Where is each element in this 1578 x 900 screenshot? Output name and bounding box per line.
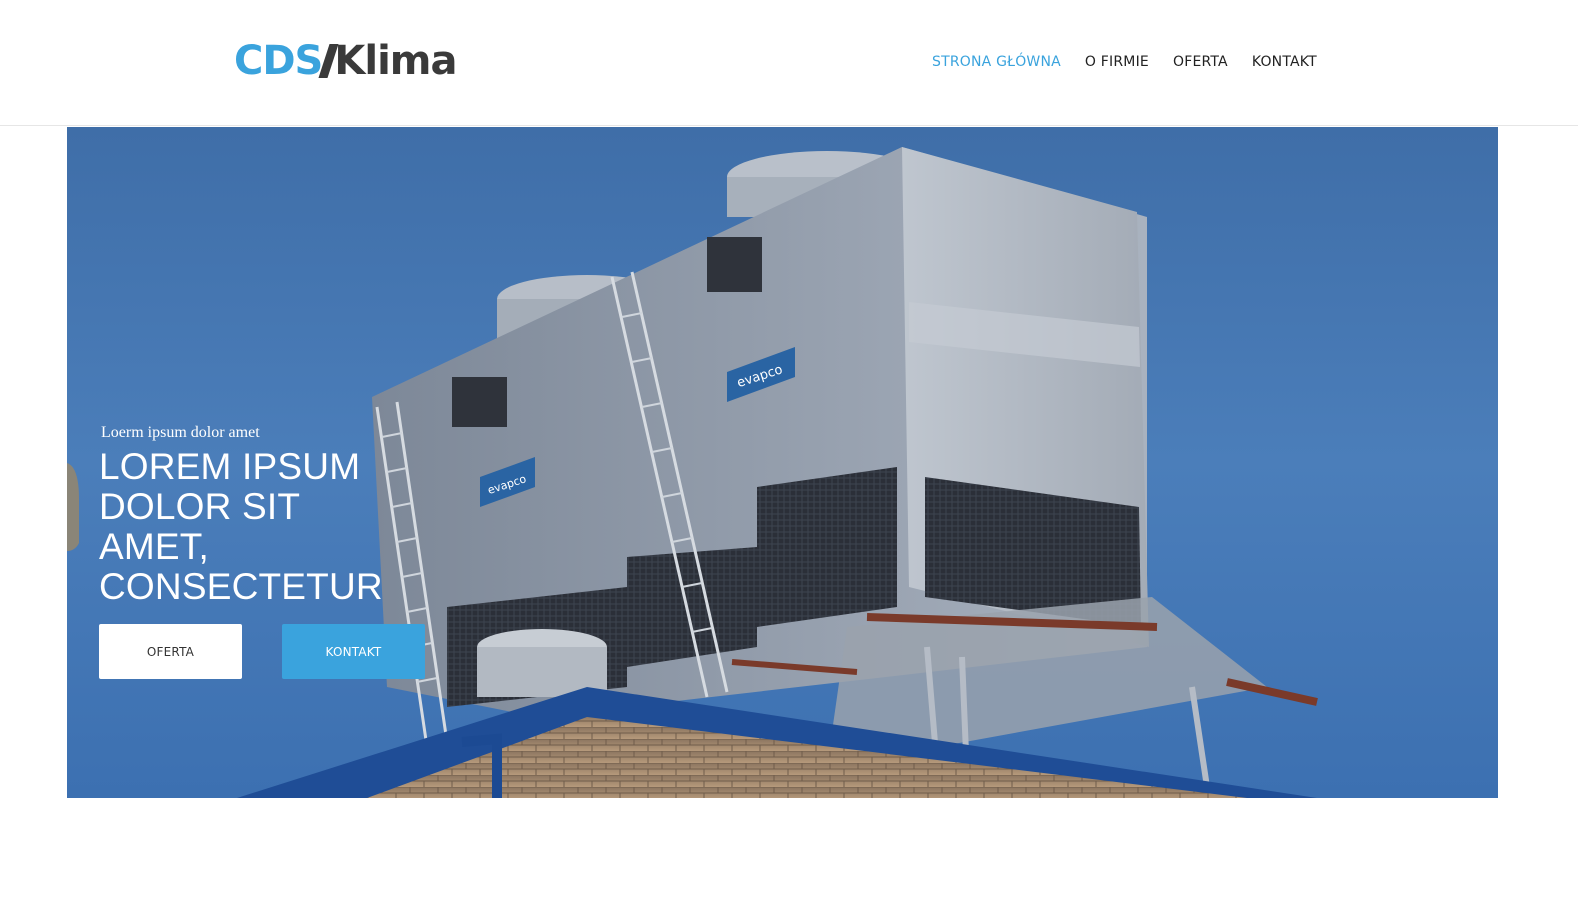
contact-button[interactable]: KONTAKT [282, 624, 425, 679]
logo-brand: CDS [234, 38, 323, 84]
main-nav: STRONA GŁÓWNA O FIRMIE OFERTA KONTAKT [932, 52, 1317, 72]
logo[interactable]: CDS Klima [234, 36, 457, 86]
logo-name: Klima [334, 38, 457, 84]
hero-banner: evapco evapco Loerm ipsum dolor amet LOR… [67, 127, 1498, 798]
hero-eyebrow: Loerm ipsum dolor amet [101, 424, 260, 441]
nav-item-about[interactable]: O FIRMIE [1085, 52, 1149, 72]
nav-item-contact[interactable]: KONTAKT [1252, 52, 1317, 72]
offer-button[interactable]: OFERTA [99, 624, 242, 679]
hero-text-block: Loerm ipsum dolor amet LOREM IPSUM DOLOR… [99, 423, 399, 607]
hero-headline: LOREM IPSUM DOLOR SIT AMET, CONSECTETUR [99, 446, 383, 607]
nav-item-offer[interactable]: OFERTA [1173, 52, 1228, 72]
hero-buttons: OFERTA KONTAKT [99, 624, 425, 679]
site-header: CDS Klima STRONA GŁÓWNA O FIRMIE OFERTA … [0, 0, 1578, 126]
nav-item-home[interactable]: STRONA GŁÓWNA [932, 52, 1061, 72]
